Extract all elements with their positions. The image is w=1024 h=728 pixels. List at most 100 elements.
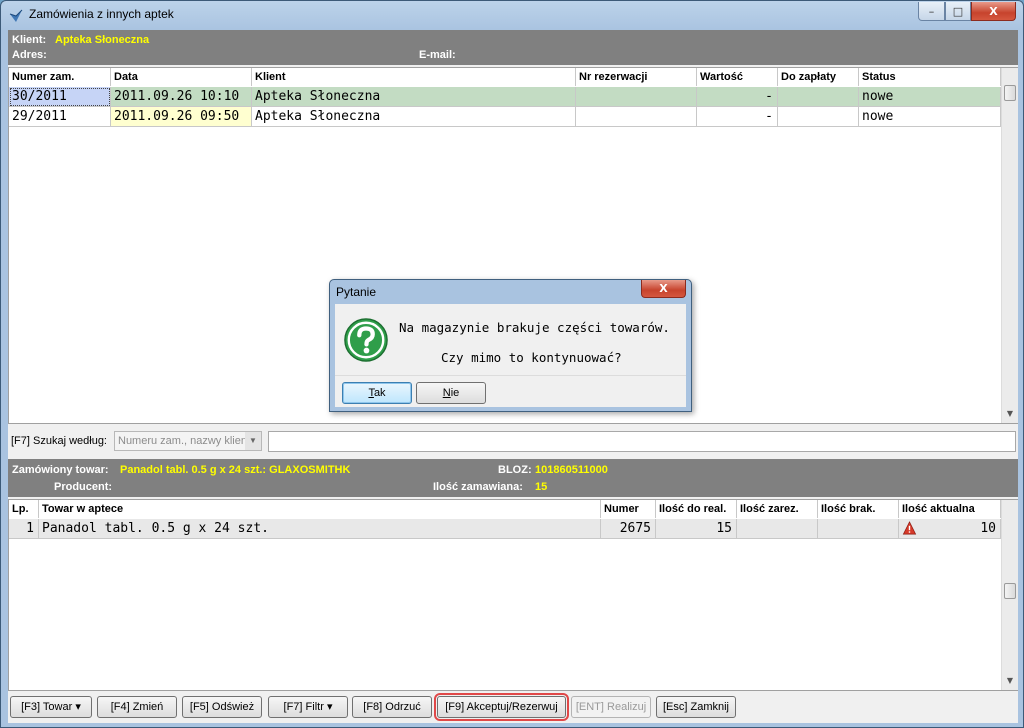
bloz-value: 101860511000 [535, 464, 608, 476]
address-label: Adres: [12, 49, 47, 61]
ordered-item-label: Zamówiony towar: [12, 464, 109, 476]
order-date-cell[interactable]: 2011.09.26 09:50 [111, 107, 252, 127]
orders-col-do-zaplaty[interactable]: Do zapłaty [778, 68, 859, 86]
item-reserved-cell[interactable] [737, 519, 818, 539]
yes-label: ak [373, 387, 386, 399]
orders-col-status[interactable]: Status [859, 68, 1001, 86]
search-field-value: Numeru zam., nazwy klient [118, 435, 251, 447]
item-to-realize-cell[interactable]: 15 [656, 519, 737, 539]
no-label: ie [450, 387, 460, 399]
orders-col-data[interactable]: Data [111, 68, 252, 86]
search-field-combo[interactable]: Numeru zam., nazwy klient ▼ [114, 431, 262, 451]
dialog-footer: Tak Nie [335, 376, 686, 407]
orders-col-klient[interactable]: Klient [252, 68, 576, 86]
order-due-cell[interactable] [778, 107, 859, 127]
dialog-message-line2: Czy mimo to kontynuować? [441, 350, 622, 365]
table-row[interactable]: 30/2011 2011.09.26 10:10 Apteka Słoneczn… [9, 87, 1001, 107]
close-icon: X [989, 4, 998, 18]
items-scroll-thumb[interactable] [1004, 583, 1016, 599]
item-name-cell[interactable]: Panadol tabl. 0.5 g x 24 szt. [39, 519, 601, 539]
minimize-button[interactable]: – [918, 2, 945, 21]
email-label: E-mail: [419, 49, 456, 61]
close-icon: X [659, 282, 668, 295]
search-row: [F7] Szukaj według: Numeru zam., nazwy k… [8, 429, 1018, 455]
order-number-cell[interactable]: 29/2011 [9, 107, 111, 127]
odrzuc-button[interactable]: [F8] Odrzuć [352, 696, 432, 718]
order-qty-label: Ilość zamawiana: [433, 481, 523, 493]
maximize-icon: □ [952, 4, 964, 18]
question-icon [344, 318, 388, 362]
orders-col-nr-rez[interactable]: Nr rezerwacji [576, 68, 697, 86]
action-bar: [F3] Towar ▾ [F4] Zmień [F5] Odśwież [F7… [8, 691, 1018, 723]
ordered-item-value: Panadol tabl. 0.5 g x 24 szt.: GLAXOSMIT… [120, 464, 351, 476]
order-status-cell[interactable]: nowe [859, 107, 1001, 127]
search-label: [F7] Szukaj według: [11, 435, 107, 447]
items-col-aktualna[interactable]: Ilość aktualna [899, 500, 1001, 518]
filtr-button[interactable]: [F7] Filtr ▾ [268, 696, 348, 718]
item-current-value: 10 [980, 521, 996, 536]
dialog-close-button[interactable]: X [641, 280, 686, 298]
window-title: Zamówienia z innych aptek [29, 7, 174, 21]
dropdown-arrow-icon: ▾ [75, 701, 81, 713]
items-scrollbar[interactable]: ▼ [1001, 500, 1018, 690]
no-button[interactable]: Nie [416, 382, 486, 404]
akceptuj-rezerwuj-button[interactable]: [F9] Akceptuj/Rezerwuj [434, 693, 569, 721]
towar-button-label: [F3] Towar [21, 701, 73, 713]
orders-scroll-thumb[interactable] [1004, 85, 1016, 101]
towar-button[interactable]: [F3] Towar ▾ [10, 696, 92, 718]
no-accelerator: N [442, 387, 451, 399]
client-info-bar: Klient: Apteka Słoneczna Adres: E-mail: [8, 30, 1018, 65]
order-status-cell[interactable]: nowe [859, 87, 1001, 107]
filtr-button-label: [F7] Filtr [283, 701, 324, 713]
items-col-do-real[interactable]: Ilość do real. [656, 500, 737, 518]
warning-icon [902, 521, 917, 535]
items-col-zarez[interactable]: Ilość zarez. [737, 500, 818, 518]
item-missing-cell[interactable] [818, 519, 899, 539]
maximize-button[interactable]: □ [945, 2, 971, 21]
client-label: Klient: [12, 34, 47, 46]
items-col-numer[interactable]: Numer [601, 500, 656, 518]
orders-col-wartosc[interactable]: Wartość [697, 68, 778, 86]
dialog-message-line1: Na magazynie brakuje części towarów. [399, 320, 670, 335]
table-row[interactable]: 1 Panadol tabl. 0.5 g x 24 szt. 2675 15 … [9, 519, 1001, 539]
order-number-cell[interactable]: 30/2011 [9, 87, 111, 107]
dialog-title: Pytanie [336, 285, 377, 299]
order-value-cell[interactable]: - [697, 87, 778, 107]
items-col-lp[interactable]: Lp. [9, 500, 39, 518]
title-bar[interactable]: Zamówienia z innych aptek – □ X [1, 1, 1023, 29]
items-col-brak[interactable]: Ilość brak. [818, 500, 899, 518]
order-reservation-cell[interactable] [576, 107, 697, 127]
odswiez-button[interactable]: [F5] Odśwież [182, 696, 262, 718]
scroll-down-icon[interactable]: ▼ [1002, 406, 1018, 422]
dropdown-arrow-icon: ▾ [326, 701, 333, 713]
items-table: Lp. Towar w aptece Numer Ilość do real. … [8, 499, 1018, 691]
item-lp-cell[interactable]: 1 [9, 519, 39, 539]
chevron-down-icon[interactable]: ▼ [245, 432, 261, 450]
order-qty-value: 15 [535, 481, 548, 493]
orders-scrollbar[interactable]: ▼ [1001, 68, 1018, 423]
minimize-icon: – [928, 4, 935, 18]
client-value: Apteka Słoneczna [55, 34, 150, 46]
item-current-cell[interactable]: 10 [899, 519, 1001, 539]
producer-label: Producent: [54, 481, 113, 493]
items-col-towar[interactable]: Towar w aptece [39, 500, 601, 518]
table-row[interactable]: 29/2011 2011.09.26 09:50 Apteka Słoneczn… [9, 107, 1001, 127]
order-value-cell[interactable]: - [697, 107, 778, 127]
realizuj-button[interactable]: [ENT] Realizuj [571, 696, 651, 718]
scroll-down-icon[interactable]: ▼ [1002, 673, 1018, 689]
question-dialog: Pytanie X Na magazynie brakuje części to… [329, 279, 692, 412]
dialog-body: Na magazynie brakuje części towarów. Czy… [335, 304, 686, 376]
orders-col-numer[interactable]: Numer zam. [9, 68, 111, 86]
order-client-cell[interactable]: Apteka Słoneczna [252, 87, 576, 107]
search-input[interactable] [268, 431, 1016, 452]
item-number-cell[interactable]: 2675 [601, 519, 656, 539]
order-client-cell[interactable]: Apteka Słoneczna [252, 107, 576, 127]
zamknij-button[interactable]: [Esc] Zamknij [656, 696, 736, 718]
yes-button[interactable]: Tak [342, 382, 412, 404]
order-reservation-cell[interactable] [576, 87, 697, 107]
item-info-bar: Zamówiony towar: Panadol tabl. 0.5 g x 2… [8, 459, 1018, 497]
close-button[interactable]: X [971, 2, 1016, 21]
order-due-cell[interactable] [778, 87, 859, 107]
zmien-button[interactable]: [F4] Zmień [97, 696, 177, 718]
order-date-cell[interactable]: 2011.09.26 10:10 [111, 87, 252, 107]
